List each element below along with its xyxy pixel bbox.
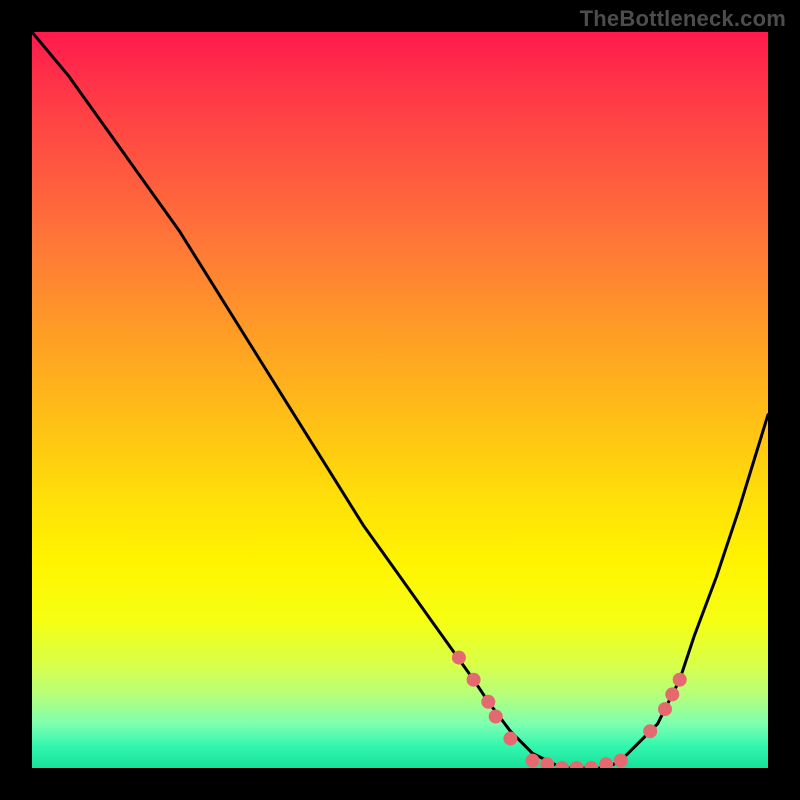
curve-marker (614, 754, 628, 768)
curve-marker (584, 761, 598, 768)
plot-area (32, 32, 768, 768)
curve-marker (658, 702, 672, 716)
curve-marker (489, 710, 503, 724)
bottleneck-curve (32, 32, 768, 768)
curve-marker (665, 687, 679, 701)
attribution-text: TheBottleneck.com (580, 6, 786, 32)
curve-markers (452, 651, 687, 768)
curve-marker (643, 724, 657, 738)
curve-marker (467, 673, 481, 687)
curve-marker (526, 754, 540, 768)
curve-marker (452, 651, 466, 665)
curve-marker (599, 757, 613, 768)
curve-marker (570, 761, 584, 768)
curve-marker (555, 761, 569, 768)
curve-marker (673, 673, 687, 687)
curve-marker (503, 732, 517, 746)
chart-frame: TheBottleneck.com (0, 0, 800, 800)
curve-marker (481, 695, 495, 709)
chart-svg (32, 32, 768, 768)
